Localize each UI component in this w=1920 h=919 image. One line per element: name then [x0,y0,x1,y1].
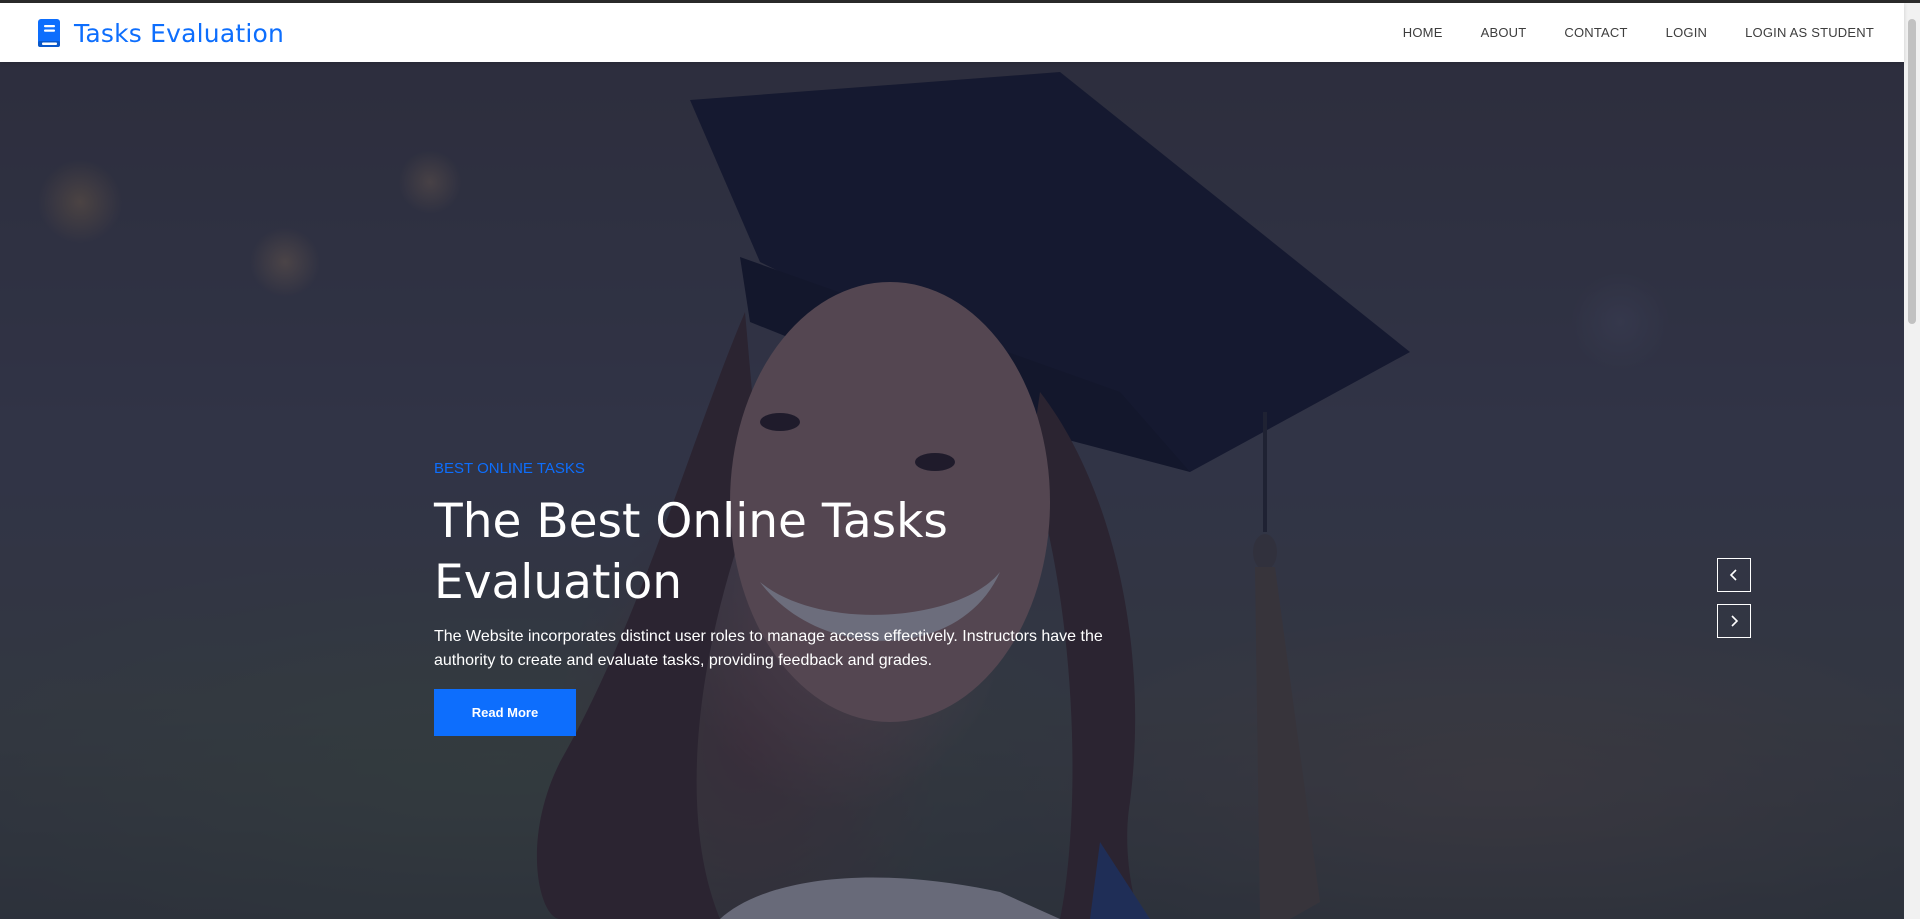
hero-headline: The Best Online Tasks Evaluation [434,494,948,610]
carousel-prev-button[interactable] [1717,558,1751,592]
hero-carousel: BEST ONLINE TASKS The Best Online Tasks … [0,62,1904,919]
nav-link-contact[interactable]: CONTACT [1564,25,1627,40]
nav-link-login-as-student[interactable]: LOGIN AS STUDENT [1745,25,1874,40]
hero-description: The Website incorporates distinct user r… [434,628,1103,669]
nav-menu: HOME ABOUT CONTACT LOGIN LOGIN AS STUDEN… [1403,3,1874,62]
brand-logo-link[interactable]: Tasks Evaluation [37,16,284,50]
book-icon [38,19,60,47]
nav-link-home[interactable]: HOME [1403,25,1443,40]
carousel-next-button[interactable] [1717,604,1751,638]
navbar: Tasks Evaluation HOME ABOUT CONTACT LOGI… [0,3,1904,62]
nav-link-about[interactable]: ABOUT [1481,25,1527,40]
brand-name: Tasks Evaluation [74,18,285,48]
hero-caption: BEST ONLINE TASKS The Best Online Tasks … [434,460,1134,736]
chevron-left-icon [1729,569,1737,581]
page-scrollbar[interactable] [1904,3,1920,919]
nav-link-login[interactable]: LOGIN [1666,25,1707,40]
scrollbar-thumb[interactable] [1908,19,1916,324]
chevron-right-icon [1731,615,1739,627]
hero-eyebrow: BEST ONLINE TASKS [434,460,585,477]
read-more-button[interactable]: Read More [434,689,576,736]
